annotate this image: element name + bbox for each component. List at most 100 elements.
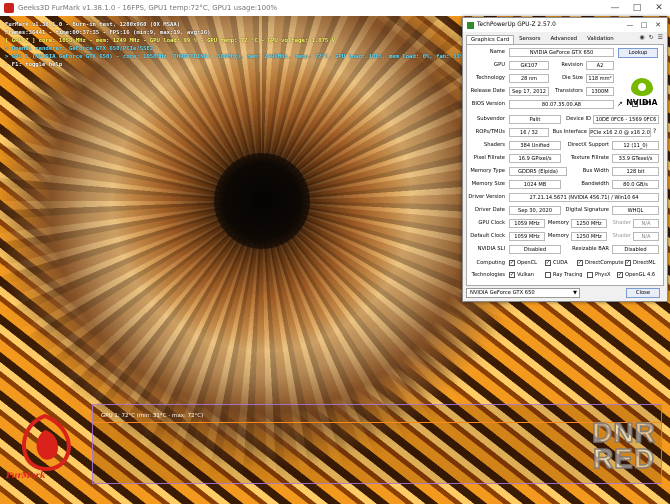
texture-fillrate-label: Texture Fillrate	[570, 155, 609, 161]
physx-label: PhysX	[595, 272, 611, 278]
tab-sensors[interactable]: Sensors	[514, 34, 545, 44]
memory-clock-label: Memory	[547, 220, 569, 226]
driver-version-value[interactable]: 27.21.14.5671 (NVIDIA 456.71) / Win10 64	[509, 193, 659, 202]
transistors-label: Transistors	[555, 88, 583, 94]
default-clock-value[interactable]: 1059 MHz	[509, 232, 545, 241]
driver-date-value[interactable]: Sep 30, 2020	[509, 206, 561, 215]
gpuz-toolbar: ◉ ↻ ☰	[639, 34, 663, 41]
nvidia-sli-label: NVIDIA SLI	[477, 246, 505, 252]
default-memory-label: Memory	[547, 233, 569, 239]
die-size-value[interactable]: 118 mm²	[586, 74, 614, 83]
minimize-icon[interactable]: —	[623, 18, 637, 32]
texture-fillrate-value[interactable]: 33.9 GTexel/s	[612, 154, 659, 163]
memory-size-value[interactable]: 1024 MB	[509, 180, 561, 189]
directml-checkbox[interactable]: ✓ DirectML	[625, 260, 655, 266]
opengl-label: OpenGL 4.6	[625, 272, 656, 278]
bus-interface-value[interactable]: PCIe x16 2.0 @ x16 2.0	[589, 128, 651, 137]
close-icon[interactable]: ✕	[648, 0, 670, 16]
default-shader-value[interactable]: N/A	[633, 232, 659, 241]
minimize-icon[interactable]: —	[604, 0, 626, 16]
cuda-checkbox[interactable]: ✓ CUDA	[545, 260, 568, 266]
check-icon: ✓	[509, 260, 515, 266]
overlay-line: FurMark v1.38.1.0 - Burn-in test, 1280x9…	[5, 22, 181, 28]
furmark-logo-text: FurMark	[6, 470, 46, 480]
gpu-value[interactable]: GK107	[509, 61, 549, 70]
rops-tmus-value[interactable]: 16 / 32	[509, 128, 549, 137]
graphics-card-panel: Name NVIDIA GeForce GTX 650 Lookup GPU G…	[466, 44, 664, 286]
tab-validation[interactable]: Validation	[582, 34, 619, 44]
maximize-icon[interactable]: □	[626, 0, 648, 16]
chevron-down-icon: ▼	[573, 290, 577, 296]
name-value[interactable]: NVIDIA GeForce GTX 650	[509, 48, 614, 57]
digital-signature-value[interactable]: WHQL	[612, 206, 659, 215]
nvidia-sli-value[interactable]: Disabled	[509, 245, 561, 254]
gpu-select[interactable]: NVIDIA GeForce GTX 650 ▼	[466, 288, 580, 298]
vulkan-checkbox[interactable]: ✓ Vulkan	[509, 272, 534, 278]
bios-version-label: BIOS Version	[471, 101, 505, 107]
gpuz-tabs: Graphics Card Sensors Advanced Validatio…	[463, 32, 667, 44]
memory-type-value[interactable]: GDDR5 (Elpida)	[509, 167, 567, 176]
gpuz-window: TechPowerUp GPU-Z 2.57.0 — □ ✕ Graphics …	[462, 17, 668, 302]
shader-clock-label: Shader	[612, 220, 631, 226]
lookup-button[interactable]: Lookup	[618, 48, 658, 58]
directcompute-checkbox[interactable]: ✓ DirectCompute	[577, 260, 623, 266]
shader-clock-value[interactable]: N/A	[633, 219, 659, 228]
share-icon[interactable]: ↗	[617, 100, 623, 108]
check-icon: ✓	[577, 260, 583, 266]
bus-width-value[interactable]: 128 bit	[612, 167, 659, 176]
technology-value[interactable]: 28 nm	[509, 74, 549, 83]
computing-label: Computing	[476, 260, 506, 266]
subvendor-value[interactable]: Palit	[509, 115, 561, 124]
dnr-red-watermark: DNR RED	[584, 418, 664, 474]
driver-version-label: Driver Version	[468, 194, 505, 200]
camera-icon[interactable]: ◉	[639, 34, 644, 41]
revision-value[interactable]: A2	[586, 61, 614, 70]
physx-checkbox[interactable]: PhysX	[587, 272, 610, 278]
name-label: Name	[489, 49, 505, 55]
close-button[interactable]: Close	[626, 288, 660, 298]
bus-width-label: Bus Width	[582, 168, 609, 174]
bios-version-value[interactable]: 80.07.35.00.A8	[509, 100, 614, 109]
help-icon[interactable]: ?	[653, 128, 656, 135]
bandwidth-value[interactable]: 80.0 GB/s	[612, 180, 659, 189]
memory-clock-value[interactable]: 1250 MHz	[571, 219, 607, 228]
close-icon[interactable]: ✕	[651, 18, 665, 32]
default-clock-label: Default Clock	[470, 233, 505, 239]
device-id-value[interactable]: 10DE 0FC6 - 1569 0FC6	[593, 115, 659, 124]
resizable-bar-value[interactable]: Disabled	[612, 245, 659, 254]
pixel-fillrate-value[interactable]: 16.9 GPixel/s	[509, 154, 561, 163]
subvendor-label: Subvendor	[476, 116, 505, 122]
tab-graphics-card[interactable]: Graphics Card	[466, 35, 515, 44]
furmark-window-title: Geeks3D FurMark v1.38.1.0 - 16FPS, GPU1 …	[18, 4, 278, 12]
transistors-value[interactable]: 1300M	[586, 87, 614, 96]
maximize-icon[interactable]: □	[637, 18, 651, 32]
cuda-label: CUDA	[553, 260, 568, 266]
graph-label: GPU 1: 72°C (min: 31°C - max: 72°C)	[101, 413, 204, 419]
tab-advanced[interactable]: Advanced	[545, 34, 582, 44]
gpuz-titlebar: TechPowerUp GPU-Z 2.57.0 — □ ✕	[463, 18, 667, 32]
shaders-value[interactable]: 384 Unified	[509, 141, 561, 150]
vulkan-label: Vulkan	[517, 272, 534, 278]
opengl-checkbox[interactable]: ✓ OpenGL 4.6	[617, 272, 655, 278]
furmark-overlay-text: FurMark v1.38.1.0 - Burn-in test, 1280x9…	[5, 21, 463, 69]
default-memory-value[interactable]: 1250 MHz	[571, 232, 607, 241]
overlay-line: [ GPU-Z ] core: 1058 MHz - mem: 1249 MHz…	[5, 38, 336, 44]
menu-icon[interactable]: ☰	[658, 34, 663, 41]
bandwidth-label: Bandwidth	[581, 181, 609, 187]
check-icon: ✓	[545, 260, 551, 266]
nvidia-wordmark: NVIDIA	[626, 98, 658, 107]
opencl-checkbox[interactable]: ✓ OpenCL	[509, 260, 537, 266]
gpuz-window-controls: — □ ✕	[623, 18, 665, 32]
opencl-label: OpenCL	[517, 260, 537, 266]
check-icon: ✓	[625, 260, 631, 266]
release-date-value[interactable]: Sep 17, 2012	[509, 87, 549, 96]
directml-label: DirectML	[633, 260, 656, 266]
directx-value[interactable]: 12 (11_0)	[612, 141, 659, 150]
refresh-icon[interactable]: ↻	[649, 34, 654, 41]
gpu-clock-label: GPU Clock	[478, 220, 505, 226]
temperature-line	[93, 422, 661, 423]
ray-tracing-checkbox[interactable]: Ray Tracing	[545, 272, 582, 278]
fur-donut-center	[214, 153, 310, 249]
rops-tmus-label: ROPs/TMUs	[475, 129, 505, 135]
gpu-clock-value[interactable]: 1059 MHz	[509, 219, 545, 228]
